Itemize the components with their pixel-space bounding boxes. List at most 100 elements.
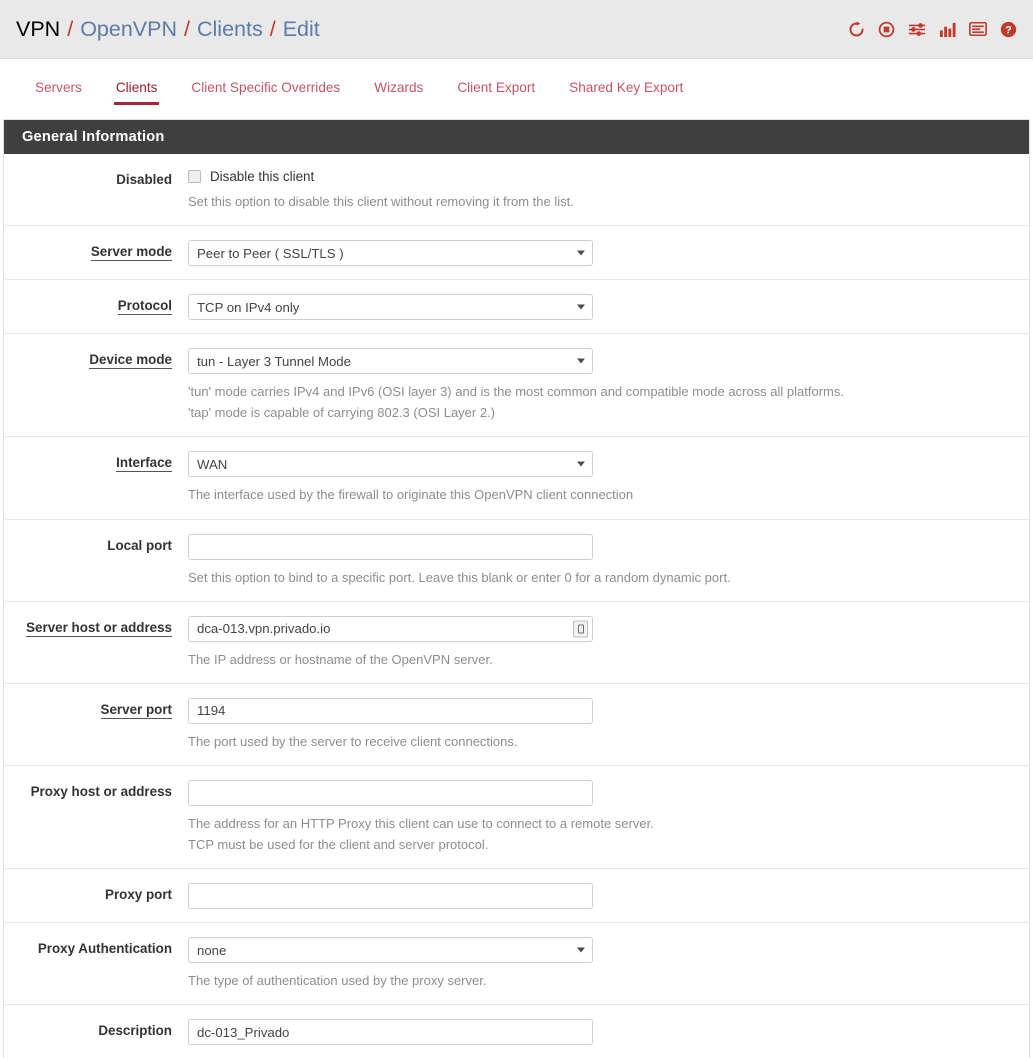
- logs-icon[interactable]: [969, 21, 987, 37]
- field-proxy-host: The address for an HTTP Proxy this clien…: [172, 779, 1029, 855]
- proxy-port-input[interactable]: [188, 883, 593, 910]
- breadcrumb-separator-1: /: [67, 16, 74, 41]
- proxy-auth-select[interactable]: none: [188, 937, 593, 964]
- form-row-proxy-port: Proxy port: [4, 869, 1029, 924]
- form-row-proxy-host: Proxy host or address The address for an…: [4, 766, 1029, 870]
- form-row-protocol: Protocol TCP on IPv4 only: [4, 280, 1029, 335]
- field-disabled: Disable this client Set this option to d…: [172, 168, 1029, 212]
- description-value: dc-013_Privado: [197, 1024, 290, 1040]
- disable-client-checkbox-label[interactable]: Disable this client: [210, 169, 314, 184]
- help-disabled-line-1: Set this option to disable this client w…: [188, 194, 574, 209]
- label-interface: Interface: [4, 451, 172, 473]
- form-row-local-port: Local port Set this option to bind to a …: [4, 520, 1029, 602]
- server-host-input[interactable]: dca-013.vpn.privado.io: [188, 615, 593, 642]
- label-server-mode-text: Server mode: [90, 244, 172, 262]
- form-row-device-mode: Device mode tun - Layer 3 Tunnel Mode 't…: [4, 334, 1029, 438]
- help-device-mode: 'tun' mode carries IPv4 and IPv6 (OSI la…: [188, 382, 1015, 423]
- breadcrumb: VPN / OpenVPN / Clients / Edit: [16, 17, 320, 42]
- help-proxy-host-line-1: The address for an HTTP Proxy this clien…: [188, 815, 654, 831]
- help-icon[interactable]: ?: [1000, 21, 1017, 38]
- field-description: dc-013_Privado: [172, 1019, 1029, 1046]
- form-row-interface: Interface WAN The interface used by the …: [4, 437, 1029, 520]
- autofill-icon[interactable]: [573, 620, 588, 638]
- general-information-panel: General Information Disabled Disable thi…: [3, 119, 1030, 1058]
- tab-clients[interactable]: Clients: [99, 62, 175, 114]
- label-server-host-text: Server host or address: [26, 619, 172, 637]
- help-proxy-host-line-2: TCP must be used for the client and serv…: [188, 837, 489, 853]
- device-mode-value: tun - Layer 3 Tunnel Mode: [197, 353, 351, 369]
- label-disabled: Disabled: [116, 172, 172, 187]
- field-interface: WAN The interface used by the firewall t…: [172, 451, 1029, 505]
- refresh-icon[interactable]: [848, 21, 865, 38]
- interface-select[interactable]: WAN: [188, 451, 593, 478]
- field-server-host: dca-013.vpn.privado.io The IP address or…: [172, 615, 1029, 670]
- breadcrumb-link-clients[interactable]: Clients: [197, 17, 263, 42]
- disable-client-checkline[interactable]: Disable this client: [188, 168, 1015, 184]
- breadcrumb-separator-2: /: [184, 16, 190, 41]
- label-protocol-text: Protocol: [117, 298, 172, 316]
- label-description: Description: [98, 1023, 172, 1039]
- field-protocol: TCP on IPv4 only: [172, 294, 1029, 321]
- page-header: VPN / OpenVPN / Clients / Edit ?: [0, 0, 1033, 59]
- bar-chart-icon[interactable]: [939, 21, 956, 38]
- chevron-down-icon: [577, 358, 585, 364]
- tab-wizards[interactable]: Wizards: [357, 62, 440, 114]
- field-local-port: Set this option to bind to a specific po…: [172, 533, 1029, 588]
- server-mode-value: Peer to Peer ( SSL/TLS ): [197, 245, 344, 261]
- form-row-server-port: Server port 1194 The port used by the se…: [4, 684, 1029, 766]
- server-port-value: 1194: [197, 703, 226, 719]
- help-device-mode-line-1: 'tun' mode carries IPv4 and IPv6 (OSI la…: [188, 384, 844, 400]
- panel-body: Disabled Disable this client Set this op…: [4, 154, 1029, 1058]
- chevron-down-icon: [577, 250, 585, 256]
- help-proxy-auth: The type of authentication used by the p…: [188, 971, 1015, 991]
- tab-servers[interactable]: Servers: [18, 62, 99, 114]
- label-device-mode-text: Device mode: [89, 352, 172, 370]
- label-protocol: Protocol: [4, 294, 172, 316]
- form-row-server-host: Server host or address dca-013.vpn.priva…: [4, 602, 1029, 684]
- local-port-input[interactable]: [188, 533, 593, 560]
- sliders-icon[interactable]: [908, 21, 926, 38]
- form-row-description: Description dc-013_Privado: [4, 1005, 1029, 1058]
- tab-shared-key-export[interactable]: Shared Key Export: [552, 62, 700, 114]
- breadcrumb-link-edit[interactable]: Edit: [283, 17, 320, 42]
- label-server-port-text: Server port: [100, 701, 172, 719]
- field-server-port: 1194 The port used by the server to rece…: [172, 697, 1029, 752]
- tab-bar: Servers Clients Client Specific Override…: [0, 59, 1033, 117]
- label-interface-text: Interface: [116, 455, 172, 473]
- label-proxy-port: Proxy port: [105, 887, 172, 903]
- label-device-mode: Device mode: [4, 348, 172, 370]
- help-server-host: The IP address or hostname of the OpenVP…: [188, 650, 1015, 670]
- device-mode-select[interactable]: tun - Layer 3 Tunnel Mode: [188, 348, 593, 375]
- chevron-down-icon: [577, 304, 585, 310]
- stop-circle-icon[interactable]: [878, 21, 895, 38]
- help-device-mode-line-2: 'tap' mode is capable of carrying 802.3 …: [188, 405, 496, 421]
- server-host-value: dca-013.vpn.privado.io: [197, 621, 331, 637]
- label-server-host: Server host or address: [4, 616, 172, 637]
- server-port-input[interactable]: 1194: [188, 697, 593, 724]
- help-disabled: Set this option to disable this client w…: [188, 192, 1015, 212]
- protocol-value: TCP on IPv4 only: [197, 299, 300, 315]
- label-server-port: Server port: [4, 698, 172, 719]
- disable-client-checkbox[interactable]: [188, 170, 201, 183]
- help-proxy-auth-line-1: The type of authentication used by the p…: [188, 973, 487, 989]
- help-local-port-line-1: Set this option to bind to a specific po…: [188, 569, 731, 585]
- help-server-host-line-1: The IP address or hostname of the OpenVP…: [188, 651, 493, 667]
- chevron-down-icon: [577, 947, 585, 953]
- server-mode-select[interactable]: Peer to Peer ( SSL/TLS ): [188, 240, 593, 267]
- breadcrumb-root: VPN: [16, 16, 61, 41]
- field-server-mode: Peer to Peer ( SSL/TLS ): [172, 240, 1029, 267]
- proxy-host-input[interactable]: [188, 779, 593, 806]
- label-server-mode: Server mode: [4, 240, 172, 262]
- breadcrumb-link-openvpn[interactable]: OpenVPN: [80, 17, 177, 42]
- help-server-port-line-1: The port used by the server to receive c…: [188, 733, 518, 749]
- form-row-server-mode: Server mode Peer to Peer ( SSL/TLS ): [4, 226, 1029, 281]
- help-local-port: Set this option to bind to a specific po…: [188, 568, 1015, 588]
- description-input[interactable]: dc-013_Privado: [188, 1019, 593, 1046]
- interface-value: WAN: [197, 456, 228, 472]
- protocol-select[interactable]: TCP on IPv4 only: [188, 294, 593, 321]
- form-row-disabled: Disabled Disable this client Set this op…: [4, 154, 1029, 227]
- panel-heading: General Information: [4, 120, 1029, 154]
- label-proxy-host: Proxy host or address: [30, 783, 172, 799]
- tab-client-specific-overrides[interactable]: Client Specific Overrides: [174, 62, 357, 114]
- tab-client-export[interactable]: Client Export: [440, 62, 552, 114]
